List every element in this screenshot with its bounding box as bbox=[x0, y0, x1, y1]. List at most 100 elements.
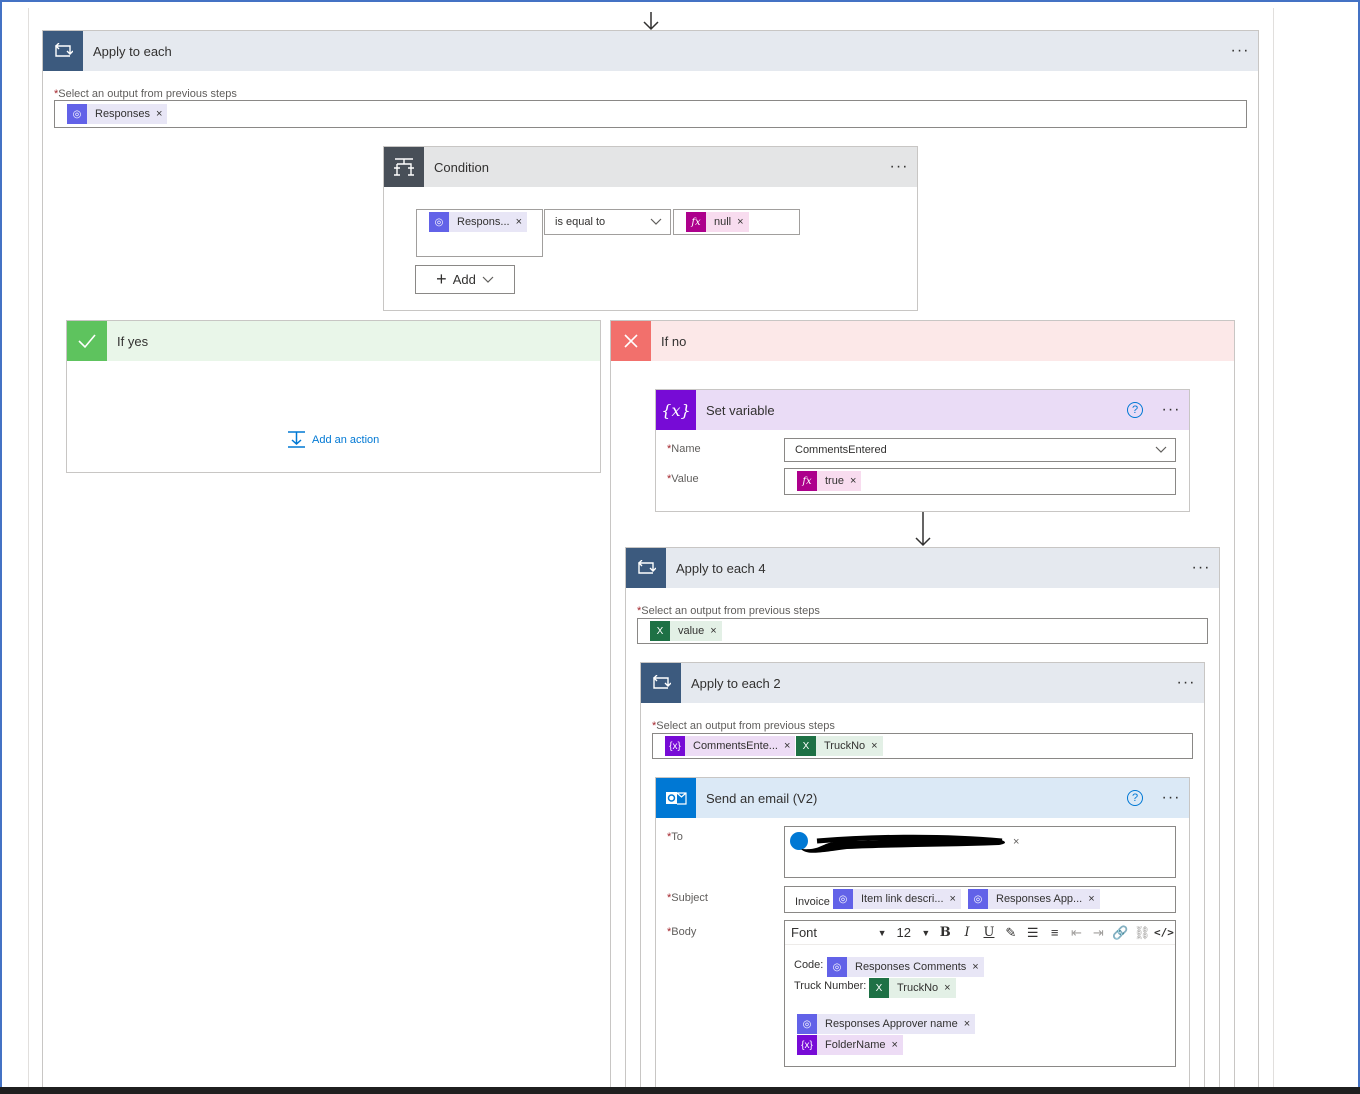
bold-icon[interactable]: B bbox=[934, 925, 956, 940]
apply-to-each-4-header[interactable]: Apply to each 4 ··· bbox=[626, 548, 1219, 588]
apply-to-each-header[interactable]: Apply to each ··· bbox=[43, 31, 1258, 71]
truckno-token[interactable]: X TruckNo × bbox=[869, 978, 956, 998]
remove-token-button[interactable]: × bbox=[972, 961, 983, 973]
select-output-input[interactable]: X value × bbox=[637, 618, 1208, 644]
comments-entered-token[interactable]: {x} CommentsEnte... × bbox=[665, 736, 796, 756]
connector-arrow-icon bbox=[915, 512, 931, 547]
remove-token-button[interactable]: × bbox=[516, 216, 527, 228]
caret-down-icon: ▼ bbox=[877, 927, 887, 938]
remove-token-button[interactable]: × bbox=[871, 740, 882, 752]
apply-to-each-2-header[interactable]: Apply to each 2 ··· bbox=[641, 663, 1204, 703]
select-output-input[interactable]: {x} CommentsEnte... × X TruckNo × bbox=[652, 733, 1193, 759]
help-icon[interactable]: ? bbox=[1127, 402, 1143, 418]
remove-token-button[interactable]: × bbox=[156, 108, 167, 120]
responses-approver-name-token[interactable]: ◎ Responses Approver name × bbox=[797, 1014, 976, 1034]
loop-icon bbox=[43, 31, 83, 71]
item-link-token[interactable]: ◎ Item link descri... × bbox=[833, 889, 961, 909]
set-variable-header[interactable]: {x} Set variable ? ··· bbox=[656, 390, 1189, 430]
remove-token-button[interactable]: × bbox=[892, 1039, 903, 1051]
more-options-button[interactable]: ··· bbox=[1183, 559, 1219, 577]
field-label: *Select an output from previous steps bbox=[637, 605, 820, 617]
caret-down-icon: ▼ bbox=[921, 927, 931, 938]
help-icon[interactable]: ? bbox=[1127, 790, 1143, 806]
redacted-recipient: × bbox=[790, 832, 1019, 853]
link-icon[interactable]: 🔗 bbox=[1109, 925, 1131, 941]
font-size-select[interactable]: 12 ▼ bbox=[892, 925, 934, 940]
body-editor[interactable]: Font ▼ 12 ▼ B I U ✎ ☰ ≡ ⇤ ⇥ 🔗 ⛓ </> Code… bbox=[784, 920, 1176, 1067]
font-family-select[interactable]: Font ▼ bbox=[785, 922, 892, 944]
condition-icon bbox=[384, 147, 424, 187]
responses-token[interactable]: ◎ Responses × bbox=[67, 104, 168, 124]
highlight-icon[interactable]: ✎ bbox=[1000, 925, 1022, 941]
card-title: Apply to each 2 bbox=[691, 675, 781, 691]
remove-token-button[interactable]: × bbox=[850, 475, 861, 487]
condition-header[interactable]: Condition ··· bbox=[384, 147, 917, 187]
variable-value-input[interactable]: fx true × bbox=[784, 468, 1176, 495]
add-an-action-link[interactable]: Add an action bbox=[287, 430, 379, 449]
add-condition-button[interactable]: + Add bbox=[415, 265, 515, 294]
card-title: Apply to each bbox=[93, 43, 172, 59]
variable-icon: {x} bbox=[797, 1035, 817, 1055]
card-title: Apply to each 4 bbox=[676, 560, 766, 576]
if-yes-branch: If yes bbox=[66, 320, 601, 473]
null-expression-token[interactable]: fx null × bbox=[686, 212, 749, 232]
remove-token-button[interactable]: × bbox=[950, 893, 961, 905]
window-bottom-edge bbox=[0, 1087, 1360, 1094]
bullet-list-icon[interactable]: ☰ bbox=[1022, 925, 1044, 941]
card-title: Condition bbox=[434, 159, 489, 175]
remove-token-button[interactable]: × bbox=[737, 216, 748, 228]
field-label: *Select an output from previous steps bbox=[652, 720, 835, 732]
if-yes-header[interactable]: If yes bbox=[67, 321, 600, 361]
decrease-indent-icon[interactable]: ⇤ bbox=[1066, 925, 1088, 941]
numbered-list-icon[interactable]: ≡ bbox=[1044, 925, 1066, 940]
more-options-button[interactable]: ··· bbox=[1153, 401, 1189, 419]
expression-icon: fx bbox=[686, 212, 706, 232]
remove-token-button[interactable]: × bbox=[964, 1018, 975, 1030]
more-options-button[interactable]: ··· bbox=[1153, 789, 1189, 807]
italic-icon[interactable]: I bbox=[956, 925, 978, 940]
remove-token-button[interactable]: × bbox=[784, 740, 795, 752]
remove-token-button[interactable]: × bbox=[1088, 893, 1099, 905]
increase-indent-icon[interactable]: ⇥ bbox=[1087, 925, 1109, 941]
unlink-icon[interactable]: ⛓ bbox=[1131, 925, 1153, 941]
subject-input[interactable]: Invoice ◎ Item link descri... × ◎ Respon… bbox=[784, 886, 1176, 913]
check-icon bbox=[67, 321, 107, 361]
excel-icon: X bbox=[796, 736, 816, 756]
excel-icon: X bbox=[869, 978, 889, 998]
variable-icon: {x} bbox=[665, 736, 685, 756]
card-title: Send an email (V2) bbox=[706, 790, 818, 806]
remove-token-button[interactable]: × bbox=[944, 982, 955, 994]
true-expression-token[interactable]: fx true × bbox=[797, 471, 862, 491]
truckno-token[interactable]: X TruckNo × bbox=[796, 736, 883, 756]
select-output-input[interactable]: ◎ Responses × bbox=[54, 100, 1247, 128]
remove-token-button[interactable]: × bbox=[710, 625, 721, 637]
underline-icon[interactable]: U bbox=[978, 925, 1000, 940]
responses-token[interactable]: ◎ Respons... × bbox=[429, 212, 528, 232]
close-icon bbox=[611, 321, 651, 361]
forms-icon: ◎ bbox=[827, 957, 847, 977]
condition-right-operand[interactable]: fx null × bbox=[673, 209, 800, 235]
more-options-button[interactable]: ··· bbox=[881, 158, 917, 176]
more-options-button[interactable]: ··· bbox=[1168, 674, 1204, 692]
forms-icon: ◎ bbox=[67, 104, 87, 124]
field-label: *Body bbox=[667, 926, 697, 938]
variable-icon: {x} bbox=[656, 390, 696, 430]
more-options-button[interactable]: ··· bbox=[1222, 42, 1258, 60]
send-email-header[interactable]: Send an email (V2) ? ··· bbox=[656, 778, 1189, 818]
foldername-token[interactable]: {x} FolderName × bbox=[797, 1035, 903, 1055]
to-recipient-input[interactable]: × bbox=[784, 826, 1176, 878]
value-token[interactable]: X value × bbox=[650, 621, 722, 641]
operator-dropdown[interactable]: is equal to bbox=[544, 209, 671, 235]
loop-icon bbox=[641, 663, 681, 703]
code-view-icon[interactable]: </> bbox=[1153, 926, 1175, 939]
if-no-header[interactable]: If no bbox=[611, 321, 1234, 361]
rich-text-toolbar: Font ▼ 12 ▼ B I U ✎ ☰ ≡ ⇤ ⇥ 🔗 ⛓ </> bbox=[785, 921, 1175, 945]
condition-left-operand[interactable]: ◎ Respons... × bbox=[416, 209, 543, 257]
excel-icon: X bbox=[650, 621, 670, 641]
field-label: *Subject bbox=[667, 892, 708, 904]
responses-approver-token[interactable]: ◎ Responses App... × bbox=[968, 889, 1100, 909]
subject-prefix-text: Invoice bbox=[795, 896, 830, 908]
responses-comments-token[interactable]: ◎ Responses Comments × bbox=[827, 957, 984, 977]
variable-name-dropdown[interactable]: CommentsEntered bbox=[784, 438, 1176, 462]
field-label: *Value bbox=[667, 473, 699, 485]
